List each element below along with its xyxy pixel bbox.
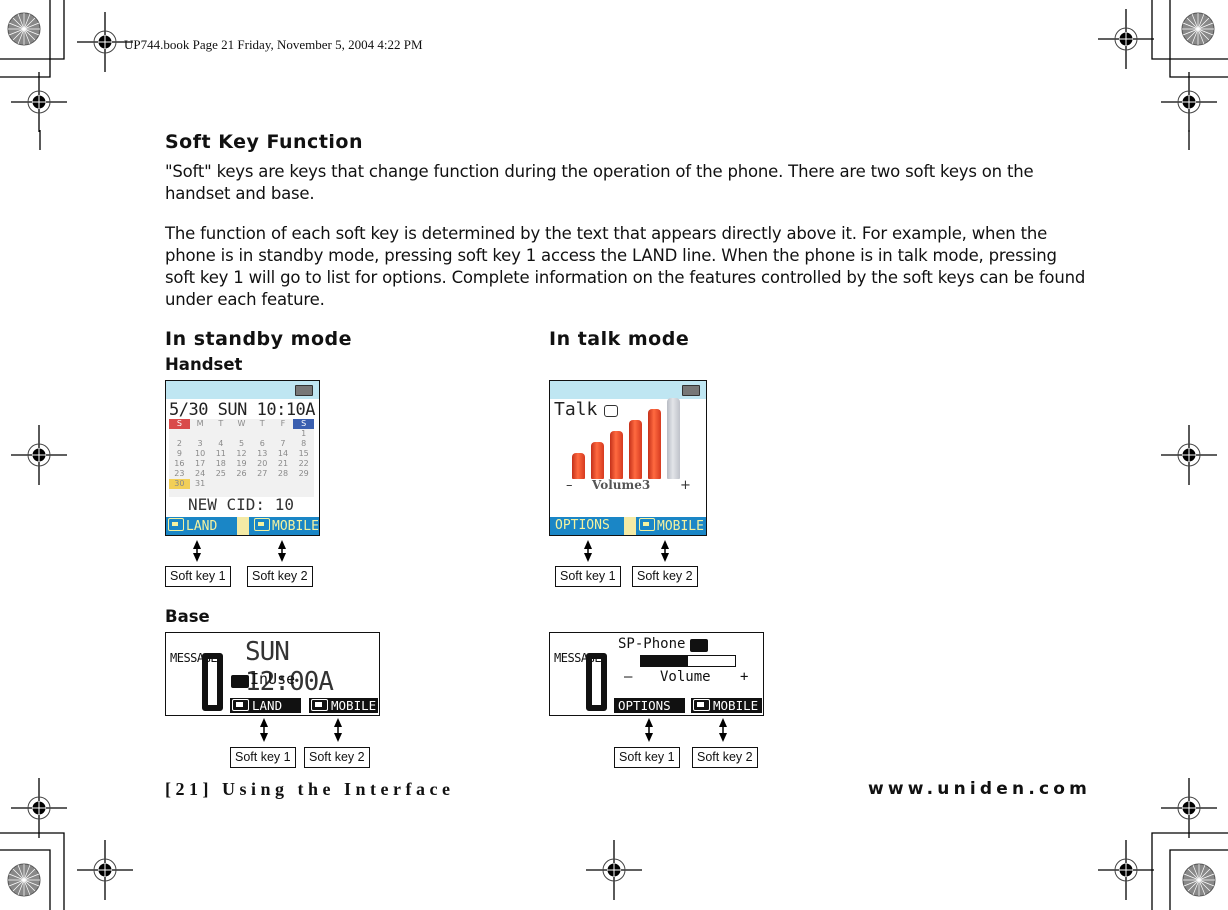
soft-key-2-callout: Soft key 2 [247, 566, 313, 587]
line-status: InUse [250, 670, 296, 688]
phone-icon [690, 639, 708, 652]
page-footer-title: [21] Using the Interface [165, 779, 455, 799]
volume-meter [640, 655, 736, 667]
double-arrow-icon [334, 718, 342, 742]
soft-key-1-label[interactable]: LAND [230, 698, 301, 713]
soft-key-1-label[interactable]: OPTIONS [614, 698, 685, 713]
soft-key-2-callout: Soft key 2 [692, 747, 758, 768]
soft-key-1-callout: Soft key 1 [555, 566, 621, 587]
mobile-icon [693, 699, 710, 711]
soft-key-2-label[interactable]: MOBILE [691, 698, 762, 713]
soft-key-1-callout: Soft key 1 [165, 566, 231, 587]
soft-key-1-callout: Soft key 1 [230, 747, 296, 768]
message-count [586, 653, 607, 711]
double-arrow-icon [584, 540, 592, 562]
volume-label: Volume [660, 669, 711, 685]
double-arrow-icon [278, 540, 286, 562]
double-arrow-icon [260, 718, 268, 742]
mobile-icon [311, 699, 328, 711]
soft-key-2-callout: Soft key 2 [632, 566, 698, 587]
speakerphone-title: SP-Phone [618, 636, 686, 652]
phone-icon [231, 675, 249, 688]
callout-arrows [193, 540, 727, 742]
double-arrow-icon [719, 718, 727, 742]
soft-key-2-callout: Soft key 2 [304, 747, 370, 768]
date-time: SUN 12:00A [245, 637, 334, 697]
volume-plus: + [740, 669, 749, 685]
double-arrow-icon [661, 540, 669, 562]
page-footer-url: www.uniden.com [868, 779, 1092, 799]
double-arrow-icon [193, 540, 201, 562]
soft-key-1-callout: Soft key 1 [614, 747, 680, 768]
volume-minus: – [624, 669, 633, 685]
volume-meter-fill [641, 656, 688, 666]
double-arrow-icon [645, 718, 653, 742]
base-talk-screen: MESSAGE SP-Phone – Volume + OPTIONS MOBI… [549, 632, 764, 716]
phone-icon [232, 699, 249, 711]
base-standby-screen: MESSAGE SUN 12:00A InUse LAND MOBILE [165, 632, 380, 716]
soft-key-2-label[interactable]: MOBILE [309, 698, 378, 713]
message-count [202, 653, 223, 711]
